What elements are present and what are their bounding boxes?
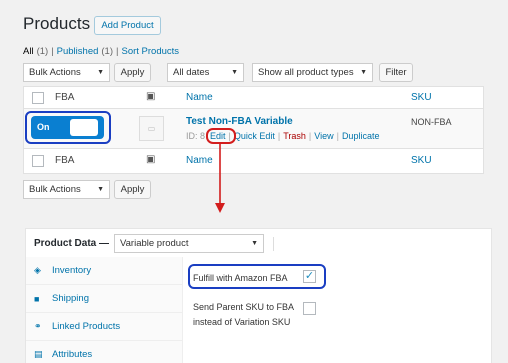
quick-edit-link[interactable]: Quick Edit [234,131,275,141]
product-name-link[interactable]: Test Non-FBA Variable [186,116,293,127]
tab-shipping[interactable]: ■ Shipping [26,285,183,313]
filter-button[interactable]: Filter [379,63,413,82]
highlight-ring-toggle [25,111,111,144]
product-data-label: Product Data — [34,238,110,249]
parent-sku-label-line2: instead of Variation SKU [193,317,291,327]
separator: | [277,131,281,141]
list-icon: ▤ [34,349,43,359]
image-icon: ▣ [146,91,156,102]
chevron-down-icon: ▼ [97,69,104,76]
column-footer-name[interactable]: Name [186,155,213,166]
tab-label: Attributes [52,349,93,360]
chevron-down-icon: ▼ [97,186,104,193]
chevron-down-icon: ▼ [251,240,258,247]
tab-inventory[interactable]: ◈ Inventory [26,257,183,285]
separator: | [308,131,312,141]
view-link[interactable]: View [314,131,333,141]
tab-attributes[interactable]: ▤ Attributes [26,341,183,363]
bulk-actions-value: Bulk Actions [29,67,81,78]
filter-published-link[interactable]: Published [57,46,99,57]
table-header-row: FBA ▣ Name SKU [24,87,483,109]
column-header-sku[interactable]: SKU [411,92,432,103]
placeholder-image-icon: ▭ [147,124,156,133]
column-header-fba[interactable]: FBA [55,92,74,103]
column-header-name[interactable]: Name [186,92,213,103]
page-title: Products [23,14,91,33]
parent-sku-label-line1: Send Parent SKU to FBA [193,302,295,312]
link-icon: ⚭ [34,321,42,331]
product-type-value: Show all product types [258,67,354,78]
separator: | [51,46,54,57]
separator: | [336,131,339,141]
status-filter-links: All (1) | Published (1) | Sort Products [23,46,179,57]
column-footer-fba[interactable]: FBA [55,155,74,166]
duplicate-link[interactable]: Duplicate [342,131,380,141]
product-data-panel: Product Data — Variable product ▼ ◈ Inven… [25,228,492,363]
date-filter-value: All dates [173,67,210,78]
filter-all-link[interactable]: All [23,46,34,57]
filter-all-count: (1) [36,46,49,57]
apply-button-bottom[interactable]: Apply [114,180,151,199]
tab-label: Shipping [52,293,89,304]
add-product-button[interactable]: Add Product [94,16,161,35]
chevron-down-icon: ▼ [360,69,367,76]
chevron-down-icon: ▼ [231,69,238,76]
image-icon: ▣ [146,154,156,165]
column-footer-sku[interactable]: SKU [411,155,432,166]
parent-sku-checkbox[interactable] [303,302,316,315]
highlight-ring-edit [206,128,236,144]
bulk-actions-select-top[interactable]: Bulk Actions ▼ [23,63,110,82]
divider [273,237,274,251]
sort-products-link[interactable]: Sort Products [121,46,179,57]
product-thumbnail: ▭ [139,116,164,141]
select-all-checkbox-bottom[interactable] [32,155,44,167]
bulk-actions-select-bottom[interactable]: Bulk Actions ▼ [23,180,110,199]
filter-published-count: (1) [101,46,114,57]
apply-button-top[interactable]: Apply [114,63,151,82]
trash-link[interactable]: Trash [283,131,306,141]
pointer-arrow-icon [215,143,225,213]
highlight-ring-fba [188,264,326,289]
product-type-dropdown[interactable]: Variable product ▼ [114,234,264,253]
product-type-select[interactable]: Show all product types ▼ [252,63,373,82]
tag-icon: ◈ [34,265,41,275]
product-sku: NON-FBA [411,117,452,127]
tab-label: Inventory [52,265,92,276]
tab-linked-products[interactable]: ⚭ Linked Products [26,313,183,341]
table-footer-row: FBA ▣ Name SKU [24,149,483,174]
separator: | [116,46,119,57]
select-all-checkbox[interactable] [32,92,44,104]
product-type-selected: Variable product [120,238,189,249]
bulk-actions-value: Bulk Actions [29,184,81,195]
truck-icon: ■ [34,293,40,304]
tab-label: Linked Products [52,321,121,332]
date-filter-select[interactable]: All dates ▼ [167,63,244,82]
product-data-tabs: ◈ Inventory ■ Shipping ⚭ Linked Products… [26,257,183,363]
